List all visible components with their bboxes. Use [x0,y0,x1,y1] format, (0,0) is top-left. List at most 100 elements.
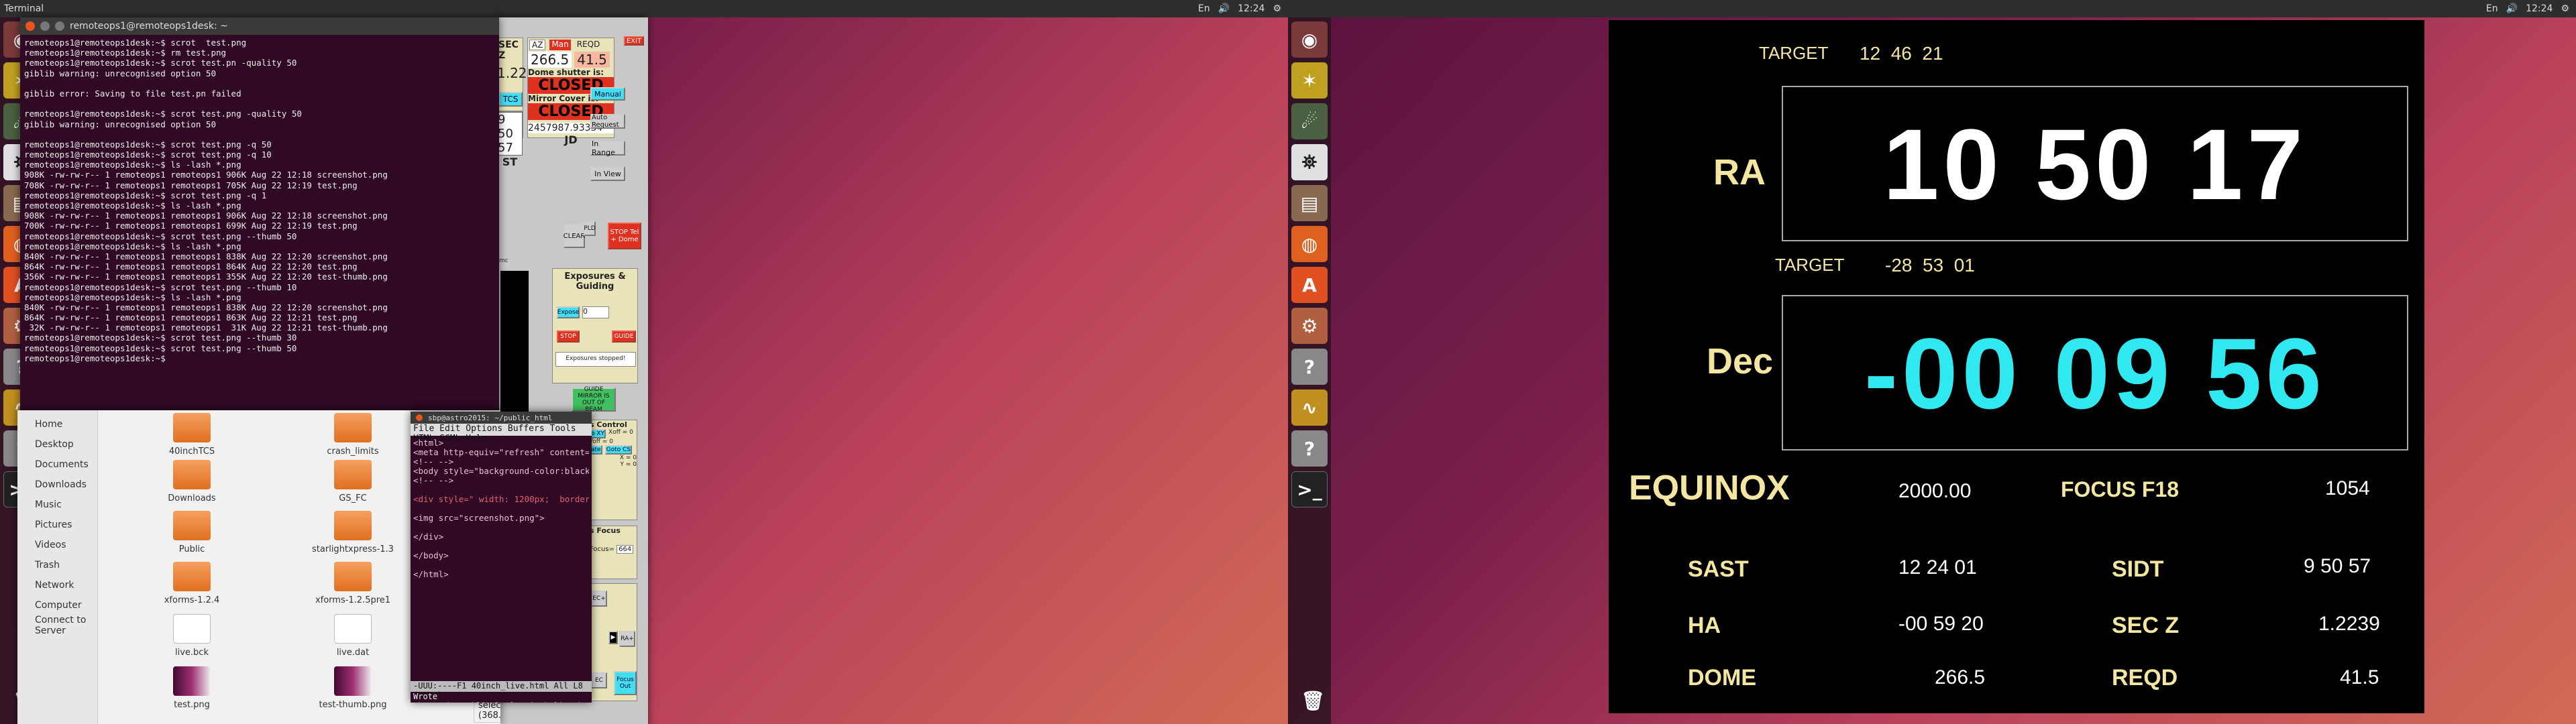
firefox-icon[interactable]: ◍ [1291,226,1328,262]
dash-icon[interactable]: ◉ [1291,21,1328,58]
file-item[interactable]: live.bck [138,614,246,658]
power-icon[interactable]: ⚙ [1273,3,1281,14]
ra-value: 10 50 17 [1883,108,2307,221]
goto-cs-button[interactable]: Goto CS [604,445,632,455]
emacs-window[interactable]: sbp@astro2015: ~/public_html File Edit O… [411,412,592,703]
file-item[interactable]: xforms-1.2.4 [138,562,246,605]
sidebar-place[interactable]: Trash [17,555,97,575]
clock-right[interactable]: 12:24 [2526,3,2553,14]
arrow-right-icon[interactable]: ▶ [608,631,618,644]
guide-button[interactable]: GUIDE [612,330,636,343]
file-name: Public [178,544,205,554]
ha-value: -00 59 20 [1898,613,1984,635]
emacs-close-icon[interactable] [416,414,423,421]
clear-button[interactable]: CLEAR [564,224,585,248]
file-item[interactable]: xforms-1.2.5pre1 [299,562,407,605]
pld-button[interactable]: PLD [584,221,596,236]
trash-icon[interactable]: 🗑 [1295,682,1331,719]
goto-xy-button[interactable]: o XY [590,429,606,438]
help-icon[interactable]: ? [1291,349,1328,385]
files-icon[interactable]: ▤ [1291,185,1328,221]
mc-label: mc [499,257,510,268]
terminal-line: 700K -rw-rw-r-- 1 remoteops1 remoteops1 … [24,221,358,231]
secz-value: 1.2239 [497,65,544,81]
terminal-window[interactable]: remoteops1@remoteops1desk: ~ remoteops1@… [20,17,499,413]
sidebar-place[interactable]: Network [17,575,97,595]
sidebar-place[interactable]: Home [17,414,97,434]
terminal-titlebar[interactable]: remoteops1@remoteops1desk: ~ [20,17,499,35]
keyboard-indicator[interactable]: En [1198,3,1210,14]
file-item[interactable]: 40inchTCS [138,413,246,457]
dec-minus-button[interactable]: EC [591,672,607,688]
keyboard-indicator-right[interactable]: En [2486,3,2498,14]
settings-icon[interactable]: ⚙ [1291,308,1328,344]
folder-icon [334,511,372,540]
file-item[interactable]: Downloads [138,460,246,503]
focus-out-button[interactable]: Focus Out [614,671,637,695]
text-editor-icon[interactable]: A [1291,267,1328,303]
sidebar-place[interactable]: Documents [17,455,97,475]
places-sidebar: Home Desktop Documents Downloads Music Pictur… [17,410,98,724]
oscilloscope-icon[interactable]: ∿ [1291,389,1328,426]
emacs-line: <!-- --> [413,457,454,467]
top-panel-right: En 🔊 12:24 ⚙ [1288,0,2576,17]
sidebar-place[interactable]: Connect to Server [17,615,97,636]
file-item[interactable]: starlightxpress-1.3 [299,511,407,554]
sidebar-place[interactable]: Music [17,495,97,515]
emacs-line [413,485,589,495]
power-icon-right[interactable]: ⚙ [2561,3,2569,14]
file-name: xforms-1.2.5pre1 [315,595,391,605]
emacs-menubar[interactable]: File Edit Options Buffers Tools HTML SGM… [411,424,592,444]
file-name: 40inchTCS [168,446,215,457]
sidebar-place[interactable]: Pictures [17,515,97,535]
man-button[interactable]: Man [549,40,571,50]
terminal-line: remoteops1@remoteops1desk:~$ ls -lash *.… [24,241,241,251]
dec-plus-button[interactable]: EC+ [591,591,607,607]
tcs-button[interactable]: TCS [498,92,523,107]
expose-count-input[interactable]: 0 [582,306,609,318]
maximize-icon[interactable] [55,21,64,31]
auto-request-button[interactable]: Auto Request [590,114,625,129]
help2-icon[interactable]: ? [1291,430,1328,467]
equinox-label: EQUINOX [1629,469,1790,507]
file-item[interactable]: test-thumb.png [299,666,407,710]
close-icon[interactable] [25,21,35,31]
stop-exposure-button[interactable]: STOP [557,330,580,343]
focus-input[interactable]: 664 [616,545,634,554]
file-item[interactable]: GS_FC [299,460,407,503]
exit-button[interactable]: EXIT [624,36,644,46]
file-item[interactable]: live.dat [299,614,407,658]
terminal-output[interactable]: remoteops1@remoteops1desk:~$ scrot test.… [20,35,499,413]
terminal-line: giblib warning: unrecognised option 50 [24,68,216,78]
sidebar-place[interactable]: Computer [17,595,97,615]
terminal-icon[interactable]: >_ [1291,471,1328,507]
comet-app-icon[interactable]: ☄ [1291,103,1328,139]
telescope-app-icon[interactable]: ✶ [1291,62,1328,99]
emacs-minibuffer: Wrote /home/sbp/public_html/40inch_live.… [413,692,592,703]
file-item[interactable]: crash_limits [299,413,407,457]
file-item[interactable]: test.png [138,666,246,710]
control-title: s Control [590,420,627,429]
ra-plus-button[interactable]: RA+ [619,631,635,647]
folder-icon [173,511,211,540]
telescope-icon[interactable]: ⛯ [1291,144,1328,180]
expose-button[interactable]: Expose [557,306,580,318]
sidebar-place[interactable]: Desktop [17,434,97,455]
sidebar-place[interactable]: Downloads [17,475,97,495]
sidebar-place[interactable]: Videos [17,535,97,555]
stop-telescope-button[interactable]: STOP Tel + Dome [608,223,641,249]
emacs-buffer[interactable]: <html> <meta http-equiv="refresh" content… [411,436,592,582]
in-view-button[interactable]: In View [590,166,625,181]
volume-icon[interactable]: 🔊 [1218,3,1230,14]
file-item[interactable]: Public [138,511,246,554]
minimize-icon[interactable] [40,21,50,31]
in-range-button[interactable]: In Range [590,139,625,157]
text-file-icon [173,614,211,644]
emacs-line: <body style="background-color:black;"> [413,467,589,476]
emacs-line: </div> [413,532,444,542]
sidt-value: 9 50 57 [2304,555,2371,577]
volume-icon-right[interactable]: 🔊 [2506,3,2518,14]
terminal-line: 840K -rw-rw-r-- 1 remoteops1 remoteops1 … [24,302,388,312]
clock[interactable]: 12:24 [1238,3,1265,14]
manual-button[interactable]: Manual [590,87,625,101]
